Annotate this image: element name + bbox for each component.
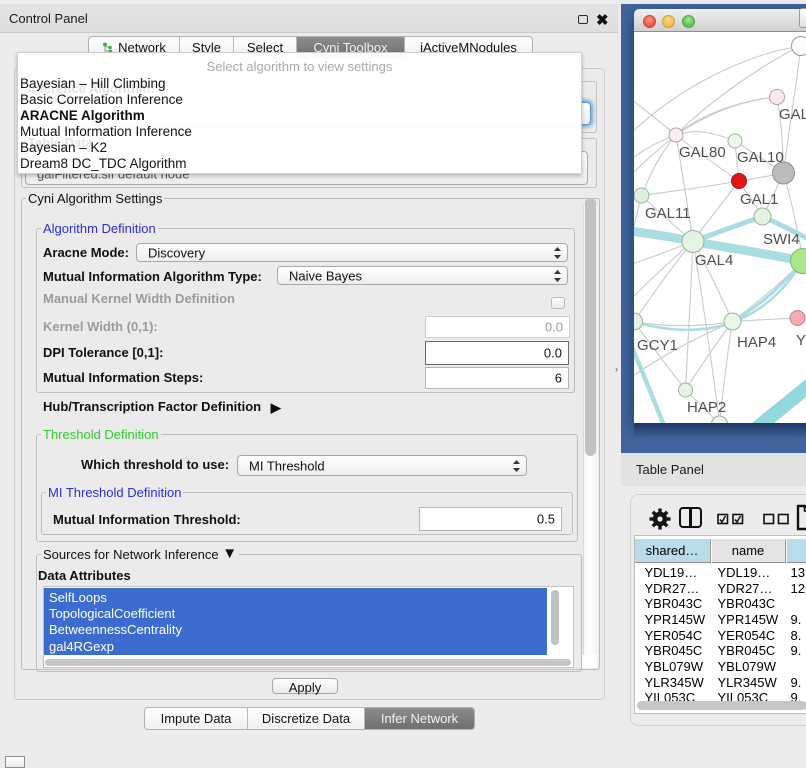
svg-text:Y: Y <box>796 332 806 349</box>
svg-text:GAL7: GAL7 <box>779 106 806 123</box>
svg-text:SWI4: SWI4 <box>763 231 800 248</box>
svg-text:HAP2: HAP2 <box>687 399 726 416</box>
svg-text:GAL4: GAL4 <box>695 252 733 269</box>
svg-text:GAL80: GAL80 <box>679 144 726 161</box>
svg-text:HAP4: HAP4 <box>737 334 776 351</box>
svg-text:GAL11: GAL11 <box>645 205 691 222</box>
svg-text:GCY1: GCY1 <box>637 337 678 354</box>
svg-text:GAL10: GAL10 <box>737 149 784 166</box>
svg-text:GAL1: GAL1 <box>740 191 778 208</box>
